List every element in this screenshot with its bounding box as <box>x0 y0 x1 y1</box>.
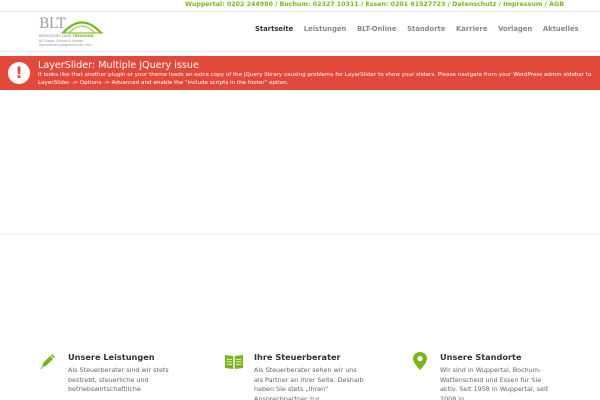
nav-item-standorte[interactable]: Standorte <box>407 25 445 33</box>
exclamation-icon: ! <box>8 62 30 84</box>
alert-message: It looks like that another plugin or you… <box>38 72 592 86</box>
feature-title: Unsere Leistungen <box>68 352 155 362</box>
logo-tagline: BERGISCHES LAND TREUHAND <box>39 34 94 38</box>
nav-item-leistungen[interactable]: Leistungen <box>304 25 347 33</box>
nav-item-vorlagen[interactable]: Vorlagen <box>498 25 532 33</box>
site-header: BLT BERGISCHES LAND TREUHAND BLT Aagen Z… <box>0 12 600 52</box>
book-icon <box>225 355 243 369</box>
nav-item-aktuelles[interactable]: Aktuelles <box>543 25 579 33</box>
bridge-icon <box>61 21 103 34</box>
logo[interactable]: BLT BERGISCHES LAND TREUHAND BLT Aagen Z… <box>39 16 105 48</box>
feature-title: Ihre Steuerberater <box>254 352 341 362</box>
nav-item-karriere[interactable]: Karriere <box>456 25 487 33</box>
nav-item-blt-online[interactable]: BLT-Online <box>357 25 397 33</box>
features-section: Unsere Leistungen Als Steuerberater sind… <box>0 351 600 400</box>
alert-title: LayerSlider: Multiple jQuery issue <box>38 60 199 71</box>
slider-placeholder <box>0 90 600 235</box>
pencil-icon <box>40 354 55 369</box>
feature-text: Wir sind in Wuppertal, Bochum-Wattensche… <box>440 366 549 400</box>
layerslider-alert: ! LayerSlider: Multiple jQuery issue It … <box>0 56 600 90</box>
contact-links[interactable]: Wuppertal: 0202 244980 / Bochum: 02327 1… <box>185 1 564 8</box>
nav-item-startseite[interactable]: Startseite <box>255 25 293 33</box>
top-bar: Wuppertal: 0202 244980 / Bochum: 02327 1… <box>0 0 600 12</box>
feature-title: Unsere Standorte <box>440 352 522 362</box>
feature-text: Als Steuerberater sehen wir uns als Part… <box>254 366 364 400</box>
main-nav: Startseite Leistungen BLT-Online Standor… <box>255 25 579 33</box>
location-pin-icon <box>413 352 427 370</box>
feature-text: Als Steuerberater sind wir stets bestreb… <box>68 366 169 394</box>
logo-subline-2: Steuerberatungsgesellschaft mbH <box>39 42 92 47</box>
